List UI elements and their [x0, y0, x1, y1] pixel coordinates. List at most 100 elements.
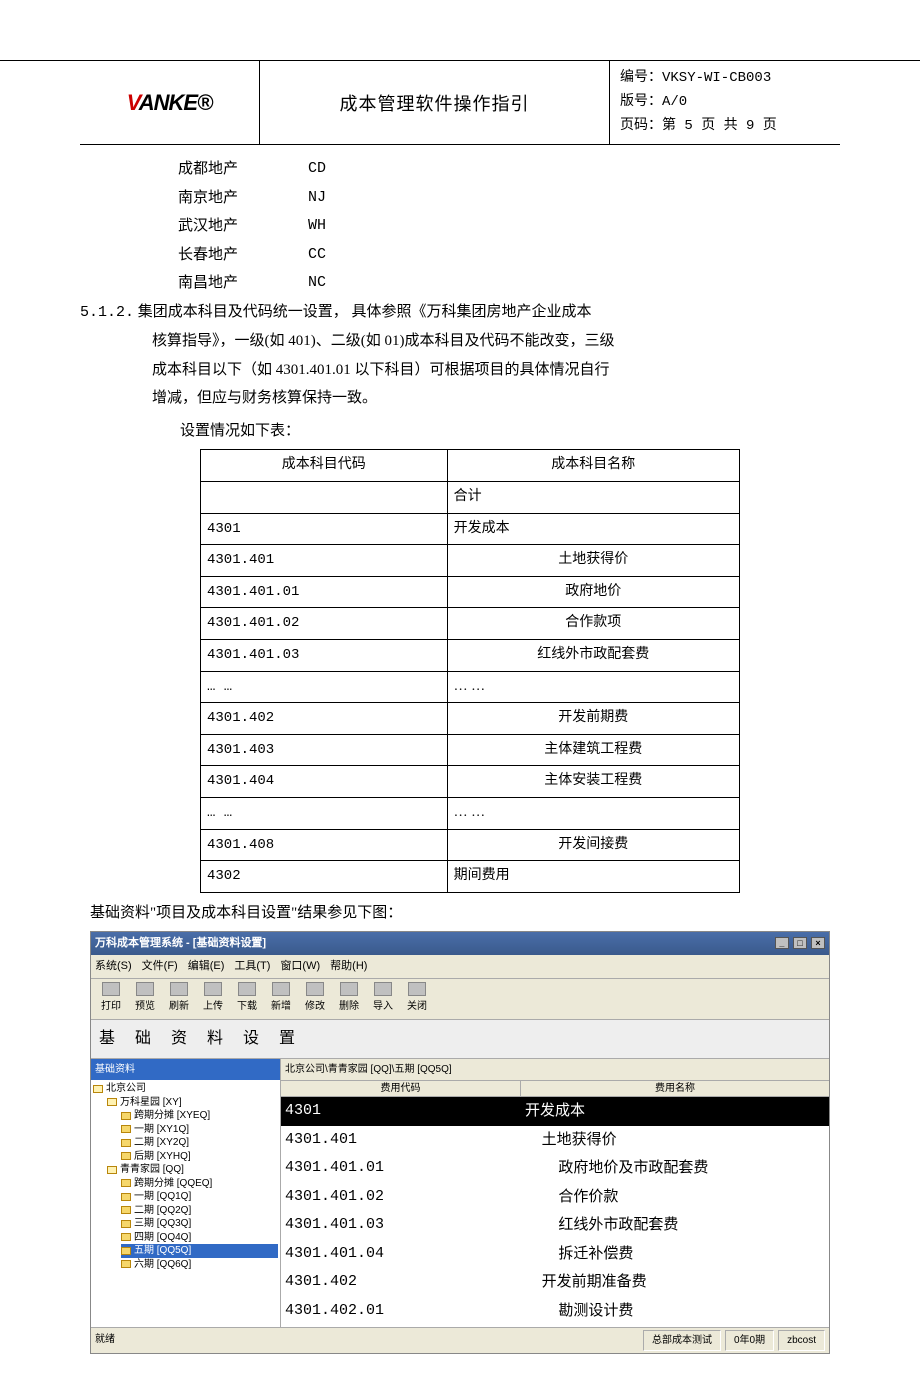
cost-code-cell: 4301.401: [201, 545, 448, 577]
grid-code-cell: 4301: [281, 1097, 521, 1126]
grid-row[interactable]: 4301.401 土地获得价: [281, 1126, 829, 1155]
tree-node[interactable]: 六期 [QQ6Q]: [121, 1258, 278, 1272]
grid-row[interactable]: 4301.402 开发前期准备费: [281, 1268, 829, 1297]
cost-row: 4301.403主体建筑工程费: [201, 734, 740, 766]
grid-row[interactable]: 4301.401.02 合作价款: [281, 1183, 829, 1212]
toolbar-label: 导入: [373, 997, 393, 1016]
tree-label: 一期 [QQ1Q]: [134, 1191, 191, 1202]
toolbar-label: 预览: [135, 997, 155, 1016]
cost-row: 4301开发成本: [201, 513, 740, 545]
tree-node[interactable]: 一期 [XY1Q]: [121, 1123, 278, 1137]
toolbar-button[interactable]: 导入: [367, 981, 399, 1017]
toolbar-icon: [136, 982, 154, 996]
grid-name-cell: 勘测设计费: [521, 1297, 829, 1326]
cost-code-grid[interactable]: 费用代码 费用名称 4301开发成本4301.401 土地获得价4301.401…: [281, 1081, 829, 1327]
section-line3: 成本科目以下（如 4301.401.01 以下科目）可根据项目的具体情况自行: [152, 356, 840, 385]
cost-name-cell: 合计: [447, 481, 739, 513]
menu-item[interactable]: 编辑(E): [188, 956, 225, 977]
minimize-button[interactable]: _: [775, 937, 789, 949]
menu-item[interactable]: 工具(T): [234, 956, 270, 977]
toolbar-button[interactable]: 刷新: [163, 981, 195, 1017]
grid-row[interactable]: 4301.401.01 政府地价及市政配套费: [281, 1154, 829, 1183]
tree-header: 基础资料: [91, 1059, 280, 1080]
region-row: 南京地产NJ: [178, 184, 840, 213]
tree-node[interactable]: 二期 [XY2Q]: [121, 1136, 278, 1150]
grid-name-cell: 合作价款: [521, 1183, 829, 1212]
tree-node[interactable]: 万科星园 [XY]: [107, 1096, 278, 1110]
folder-icon: [121, 1247, 131, 1255]
region-name: 成都地产: [178, 155, 308, 184]
doc-no-label: 编号：: [620, 70, 662, 86]
menu-item[interactable]: 窗口(W): [280, 956, 320, 977]
cost-code-cell: 4301.402: [201, 703, 448, 735]
version-label: 版号：: [620, 94, 662, 110]
region-code: NC: [308, 269, 326, 298]
tree-node[interactable]: 五期 [QQ5Q]: [121, 1244, 278, 1258]
grid-row[interactable]: 4301.401.04 拆迁补偿费: [281, 1240, 829, 1269]
cost-row: 4301.401.02合作款项: [201, 608, 740, 640]
tree-node[interactable]: 北京公司: [93, 1082, 278, 1096]
toolbar-icon: [238, 982, 256, 996]
maximize-button[interactable]: □: [793, 937, 807, 949]
folder-icon: [121, 1260, 131, 1268]
tree-label: 青青家园 [QQ]: [120, 1164, 184, 1175]
project-tree[interactable]: 北京公司万科星园 [XY]跨期分摊 [XYEQ]一期 [XY1Q]二期 [XY2…: [91, 1080, 280, 1273]
menu-bar[interactable]: 系统(S) 文件(F) 编辑(E) 工具(T) 窗口(W) 帮助(H): [91, 955, 829, 979]
cost-name-cell: 土地获得价: [447, 545, 739, 577]
tree-node[interactable]: 跨期分摊 [QQEQ]: [121, 1177, 278, 1191]
tree-node[interactable]: 四期 [QQ4Q]: [121, 1231, 278, 1245]
breadcrumb: 北京公司\青青家园 [QQ]\五期 [QQ5Q]: [281, 1059, 829, 1081]
tree-label: 后期 [XYHQ]: [134, 1151, 191, 1162]
module-banner: 基 础 资 料 设 置: [91, 1020, 829, 1059]
page: VVANKEANKE® 成本管理软件操作指引 编号：VKSY-WI-CB003 …: [80, 61, 840, 1384]
toolbar-label: 新增: [271, 997, 291, 1016]
toolbar-button[interactable]: 关闭: [401, 981, 433, 1017]
grid-row[interactable]: 4301.401.03 红线外市政配套费: [281, 1211, 829, 1240]
region-row: 成都地产CD: [178, 155, 840, 184]
grid-row[interactable]: 4301.402.01 勘测设计费: [281, 1297, 829, 1326]
grid-row[interactable]: 4301.402.01.01 勘测丈量费: [281, 1325, 829, 1327]
toolbar-button[interactable]: 新增: [265, 981, 297, 1017]
menu-item[interactable]: 系统(S): [95, 956, 132, 977]
folder-icon: [121, 1152, 131, 1160]
folder-icon: [121, 1233, 131, 1241]
toolbar-button[interactable]: 删除: [333, 981, 365, 1017]
toolbar-label: 修改: [305, 997, 325, 1016]
window-titlebar[interactable]: 万科成本管理系统 - [基础资料设置] _ □ ×: [91, 932, 829, 955]
folder-icon: [121, 1193, 131, 1201]
close-button[interactable]: ×: [811, 937, 825, 949]
toolbar-button[interactable]: 打印: [95, 981, 127, 1017]
region-row: 武汉地产WH: [178, 212, 840, 241]
toolbar-button[interactable]: 修改: [299, 981, 331, 1017]
tree-node[interactable]: 青青家园 [QQ]: [107, 1163, 278, 1177]
toolbar-button[interactable]: 预览: [129, 981, 161, 1017]
doc-no: VKSY-WI-CB003: [662, 70, 771, 86]
grid-code-cell: 4301.401: [281, 1126, 521, 1155]
cost-code-cell: 4301.401.03: [201, 639, 448, 671]
cost-row: 合计: [201, 481, 740, 513]
toolbar-button[interactable]: 上传: [197, 981, 229, 1017]
toolbar-icon: [374, 982, 392, 996]
grid-col-code: 费用代码: [281, 1081, 521, 1096]
region-row: 长春地产CC: [178, 241, 840, 270]
grid-row[interactable]: 4301开发成本: [281, 1097, 829, 1126]
tree-node[interactable]: 跨期分摊 [XYEQ]: [121, 1109, 278, 1123]
section-line2: 核算指导》，一级(如 401)、二级(如 01)成本科目及代码不能改变，三级: [152, 327, 840, 356]
cost-col-code: 成本科目代码: [201, 450, 448, 482]
grid-code-cell: 4301.401.01: [281, 1154, 521, 1183]
toolbar-label: 下载: [237, 997, 257, 1016]
cost-code-cell: … …: [201, 671, 448, 703]
region-name: 长春地产: [178, 241, 308, 270]
region-row: 南昌地产NC: [178, 269, 840, 298]
document-title: 成本管理软件操作指引: [260, 61, 610, 144]
tree-node[interactable]: 三期 [QQ3Q]: [121, 1217, 278, 1231]
tree-node[interactable]: 二期 [QQ2Q]: [121, 1204, 278, 1218]
tree-node[interactable]: 后期 [XYHQ]: [121, 1150, 278, 1164]
toolbar-button[interactable]: 下载: [231, 981, 263, 1017]
cost-code-cell: 4301.403: [201, 734, 448, 766]
toolbar-icon: [340, 982, 358, 996]
menu-item[interactable]: 文件(F): [142, 956, 178, 977]
menu-item[interactable]: 帮助(H): [330, 956, 367, 977]
tree-node[interactable]: 一期 [QQ1Q]: [121, 1190, 278, 1204]
toolbar-icon: [204, 982, 222, 996]
